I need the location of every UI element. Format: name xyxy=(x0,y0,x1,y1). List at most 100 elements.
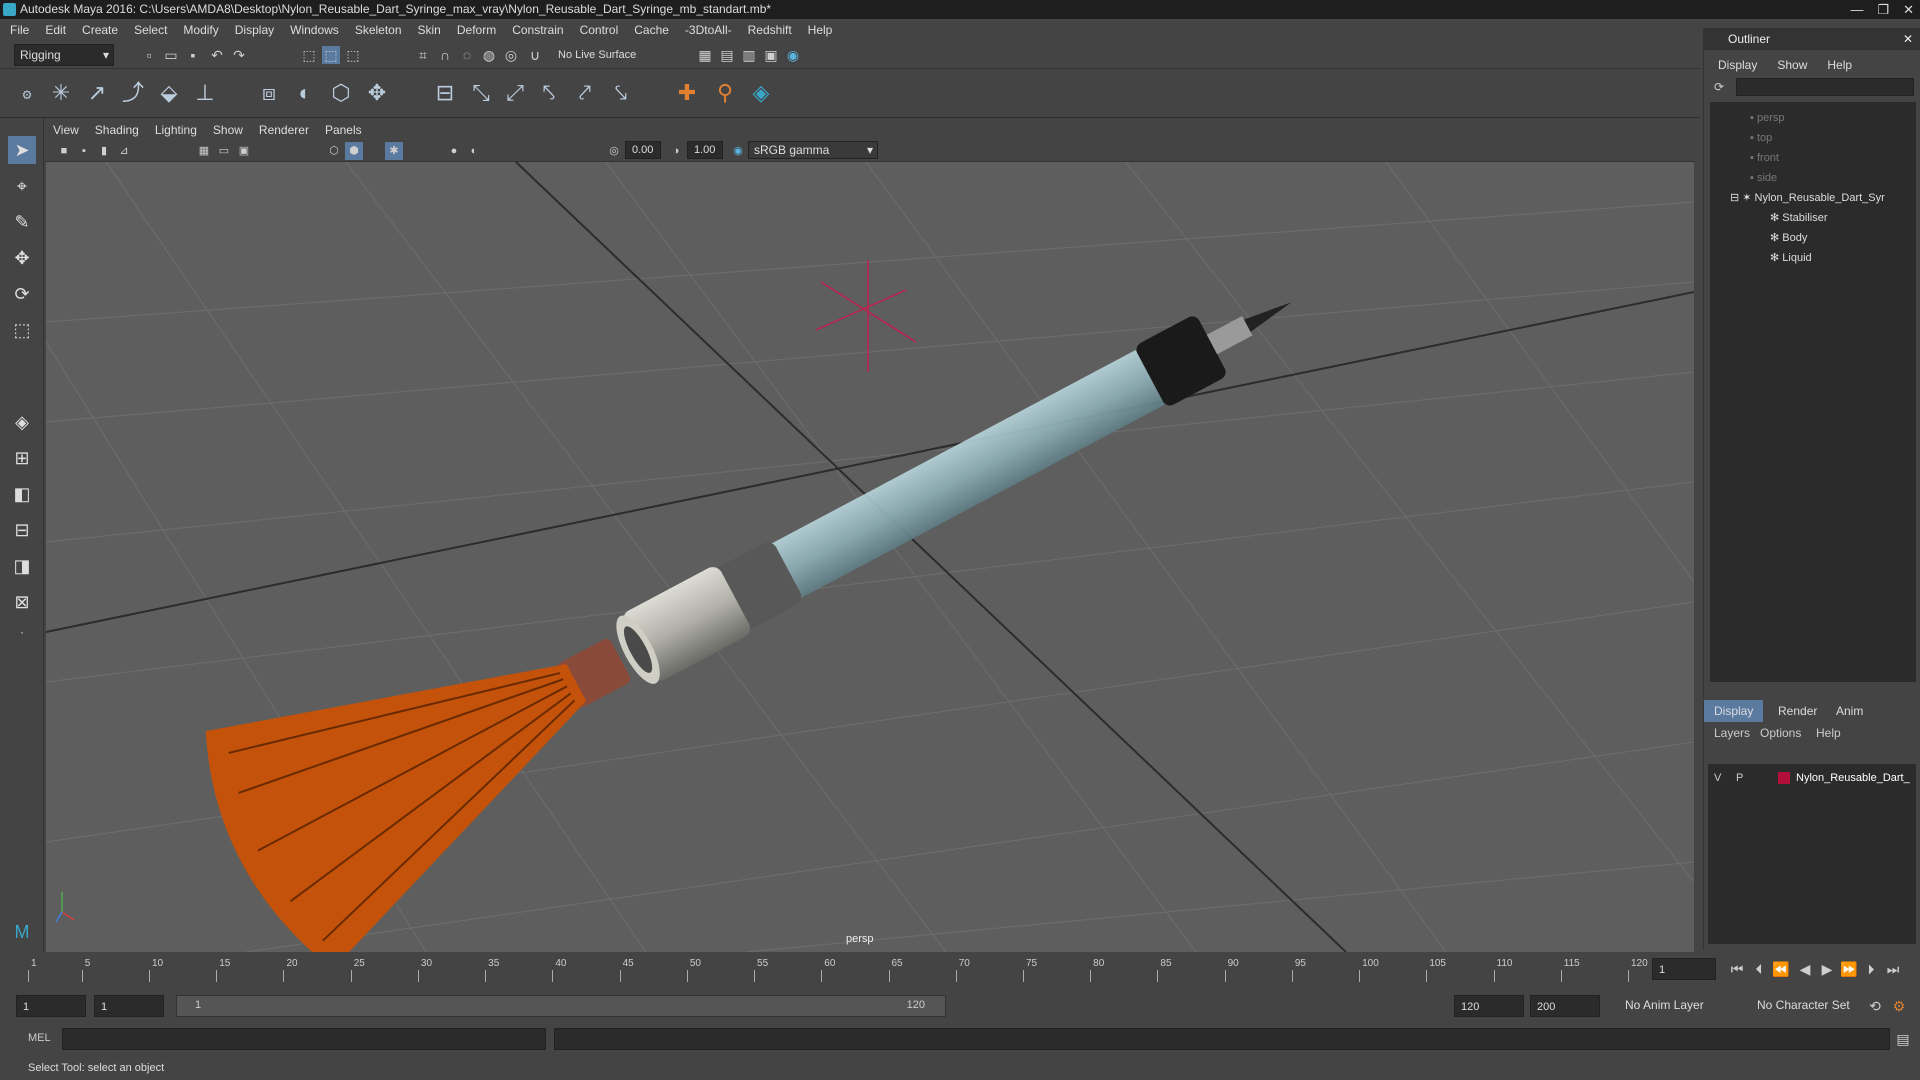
play-back-icon[interactable]: ◀ xyxy=(1796,960,1814,978)
snap-point-icon[interactable]: ◌ xyxy=(458,46,476,64)
select-object-icon[interactable]: ⬚ xyxy=(322,46,340,64)
outliner-item-stabiliser[interactable]: ✻ Stabiliser xyxy=(1770,208,1828,228)
prev-key-icon[interactable]: ⏪ xyxy=(1772,960,1790,978)
outliner-item-side[interactable]: ▪ side xyxy=(1750,168,1777,188)
paint-select-icon[interactable]: ✎ xyxy=(8,208,36,236)
menu-constrain[interactable]: Constrain xyxy=(512,19,563,41)
script-editor-icon[interactable]: ▤ xyxy=(1894,1030,1912,1048)
time-slider[interactable]: 1 5 10 15 20 25 30 35 40 45 50 55 60 65 70 75 80 85 90 95 10… xyxy=(0,952,1899,988)
anim-layer-dropdown[interactable]: No Anim Layer xyxy=(1620,995,1748,1017)
snap-curve-icon[interactable]: ∩ xyxy=(436,46,454,64)
save-scene-icon[interactable]: ▪ xyxy=(184,46,202,64)
hypershade-icon[interactable]: ◉ xyxy=(784,46,802,64)
bind-skin-icon[interactable]: ⧈ xyxy=(254,76,284,110)
layer-menu-help[interactable]: Help xyxy=(1816,726,1841,740)
smooth-bind-icon[interactable]: ◐ xyxy=(290,76,320,110)
panel-menu-shading[interactable]: Shading xyxy=(95,120,139,140)
single-view-icon[interactable]: ◈ xyxy=(8,408,36,436)
aim-constraint-icon[interactable]: ⤡ xyxy=(466,76,496,110)
render-view-icon[interactable]: ▣ xyxy=(762,46,780,64)
menu-redshift[interactable]: Redshift xyxy=(748,19,792,41)
outliner-menu-display[interactable]: Display xyxy=(1718,58,1757,72)
layer-visibility[interactable]: V xyxy=(1714,768,1721,788)
menu-set-dropdown[interactable]: Rigging ▾ xyxy=(14,44,114,66)
move-tool-icon[interactable]: ✥ xyxy=(8,244,36,272)
go-to-start-icon[interactable]: ⏮ xyxy=(1728,960,1746,978)
snap-surface-icon[interactable]: ◎ xyxy=(502,46,520,64)
tab-render[interactable]: Render xyxy=(1768,700,1827,722)
menu-select[interactable]: Select xyxy=(134,19,167,41)
panel-menu-show[interactable]: Show xyxy=(213,120,243,140)
outliner-menu-show[interactable]: Show xyxy=(1777,58,1807,72)
next-key-icon[interactable]: ⏩ xyxy=(1840,960,1858,978)
maximize-button[interactable]: ❐ xyxy=(1877,0,1889,19)
animation-start-field[interactable]: 1 xyxy=(16,995,86,1017)
layer-menu-layers[interactable]: Layers xyxy=(1714,726,1750,740)
insert-joint-icon[interactable]: ⬙ xyxy=(154,76,184,110)
menu-skin[interactable]: Skin xyxy=(418,19,441,41)
menu-skeleton[interactable]: Skeleton xyxy=(355,19,402,41)
lasso-tool-icon[interactable]: ⌖ xyxy=(8,172,36,200)
select-hierarchy-icon[interactable]: ⬚ xyxy=(300,46,318,64)
resolution-gate-icon[interactable]: ▣ xyxy=(235,142,253,160)
layer-name[interactable]: Nylon_Reusable_Dart_ xyxy=(1796,768,1910,788)
menu-help[interactable]: Help xyxy=(808,19,833,41)
minimize-button[interactable]: — xyxy=(1850,0,1863,19)
menu-3dtoall[interactable]: -3DtoAll- xyxy=(685,19,732,41)
outliner-search-input[interactable] xyxy=(1736,78,1914,96)
outliner-item-front[interactable]: ▪ front xyxy=(1750,148,1779,168)
menu-edit[interactable]: Edit xyxy=(45,19,66,41)
close-button[interactable]: ✕ xyxy=(1903,0,1914,19)
add-influence-icon[interactable]: ✚ xyxy=(672,76,702,110)
magnet-icon[interactable]: ∪ xyxy=(526,46,544,64)
render-settings-icon[interactable]: ▦ xyxy=(696,46,714,64)
playback-end-field[interactable]: 120 xyxy=(1454,995,1524,1017)
gamma-icon[interactable]: ◑ xyxy=(667,142,685,160)
camera-attr-icon[interactable]: ▪ xyxy=(75,142,93,160)
xray-icon[interactable]: ✱ xyxy=(385,142,403,160)
orient-constraint-icon[interactable]: ⤢ xyxy=(500,76,530,110)
select-component-icon[interactable]: ⬚ xyxy=(344,46,362,64)
menu-create[interactable]: Create xyxy=(82,19,118,41)
playback-start-field[interactable]: 1 xyxy=(94,995,164,1017)
snap-grid-icon[interactable]: ⌗ xyxy=(414,46,432,64)
menu-file[interactable]: File xyxy=(10,19,29,41)
preferences-icon[interactable]: ⚙ xyxy=(1890,997,1908,1015)
persp-uv-icon[interactable]: ⊠ xyxy=(8,588,36,616)
parent-constraint-icon[interactable]: ⤤ xyxy=(570,76,600,110)
smooth-shade-icon[interactable]: ⬢ xyxy=(345,142,363,160)
persp-hypershade-icon[interactable]: ◨ xyxy=(8,552,36,580)
play-forward-icon[interactable]: ▶ xyxy=(1818,960,1836,978)
animation-end-field[interactable]: 200 xyxy=(1530,995,1600,1017)
shadows-icon[interactable]: ● xyxy=(445,142,463,160)
character-set-dropdown[interactable]: No Character Set xyxy=(1752,995,1864,1017)
filter-icon[interactable]: ⟳ xyxy=(1714,80,1724,94)
new-scene-icon[interactable]: ▫ xyxy=(140,46,158,64)
outliner-item-persp[interactable]: ▪ persp xyxy=(1750,108,1785,128)
exposure-icon[interactable]: ◎ xyxy=(605,142,623,160)
locator-icon[interactable]: ⊥ xyxy=(190,76,220,110)
cluster-icon[interactable]: ✥ xyxy=(362,76,392,110)
menu-modify[interactable]: Modify xyxy=(183,19,218,41)
scale-constraint-icon[interactable]: ⤣ xyxy=(534,76,564,110)
ik-handle-icon[interactable]: ↗ xyxy=(82,76,112,110)
step-forward-icon[interactable]: ⏵ xyxy=(1862,960,1880,978)
live-surface-field[interactable]: No Live Surface xyxy=(552,44,648,66)
pole-vector-icon[interactable]: ⤥ xyxy=(606,76,636,110)
command-language-label[interactable]: MEL xyxy=(28,1032,51,1044)
wireframe-icon[interactable]: ⬡ xyxy=(325,142,343,160)
outliner-menu-help[interactable]: Help xyxy=(1827,58,1852,72)
ipr-render-icon[interactable]: ▥ xyxy=(740,46,758,64)
four-view-icon[interactable]: ⊞ xyxy=(8,444,36,472)
lattice-icon[interactable]: ⬡ xyxy=(326,76,356,110)
maya-shelf-icon[interactable]: ◈ xyxy=(746,76,776,110)
scale-tool-icon[interactable]: ⬚ xyxy=(8,316,36,344)
layer-menu-options[interactable]: Options xyxy=(1760,726,1801,740)
ik-spline-icon[interactable]: ⤴ xyxy=(118,76,148,110)
color-management-icon[interactable]: ◉ xyxy=(729,142,747,160)
remove-influence-icon[interactable]: ⚲ xyxy=(710,76,740,110)
outliner-item-root[interactable]: ⊟ ✶ Nylon_Reusable_Dart_Syr xyxy=(1730,188,1885,208)
film-gate-icon[interactable]: ▭ xyxy=(215,142,233,160)
joint-tool-icon[interactable]: ✳ xyxy=(46,76,76,110)
exposure-field[interactable]: 0.00 xyxy=(625,141,661,159)
